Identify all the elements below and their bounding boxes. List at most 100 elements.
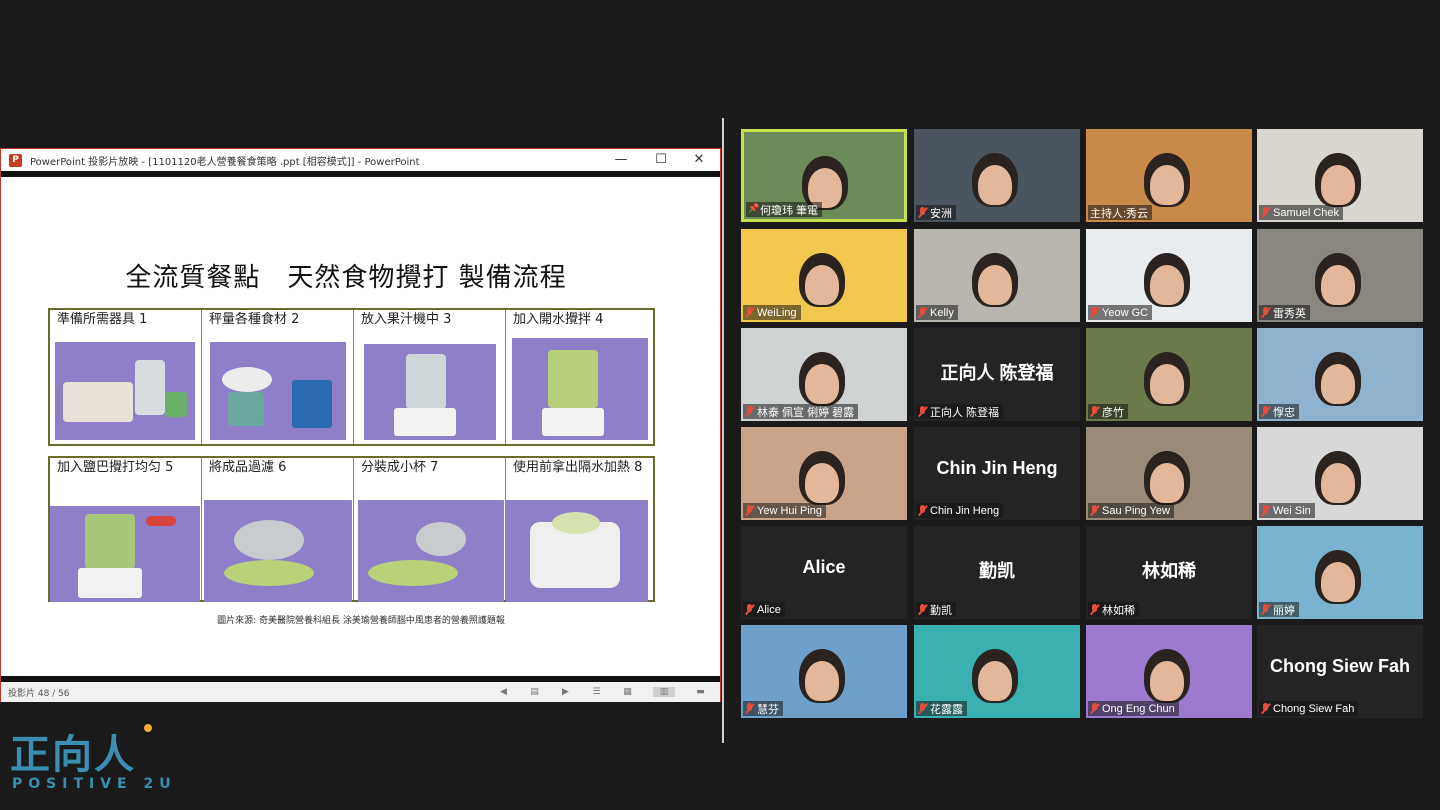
participant-tile[interactable]: 勤凯 勤凯 (914, 526, 1080, 619)
mic-muted-icon (1090, 604, 1099, 615)
participant-name: 花露露 (930, 703, 963, 716)
participant-display-name: 勤凯 (979, 561, 1015, 581)
participant-name: 林如稀 (1102, 604, 1135, 617)
participant-tile[interactable]: Ong Eng Chun (1086, 625, 1252, 718)
window-title: PowerPoint 投影片放映 - [1101120老人營養餐食策略 .ppt… (30, 156, 420, 168)
participant-display-name: 正向人 陈登福 (940, 363, 1054, 383)
previous-slide-icon[interactable]: ◀ (498, 687, 509, 697)
participant-name-bar: WeiLing (743, 305, 801, 320)
steps-top-grid: 準備所需器具 1 秤量各種食材 2 放入果汁機中 3 加入開水攪拌 4 (48, 308, 655, 446)
participant-tile[interactable]: Sau Ping Yew (1086, 427, 1252, 520)
participant-name-bar: Wei Sin (1259, 503, 1315, 518)
powerpoint-window[interactable]: P PowerPoint 投影片放映 - [1101120老人營養餐食策略 .p… (0, 148, 721, 702)
participant-tile[interactable]: 花露露 (914, 625, 1080, 718)
participant-name: 安洲 (930, 207, 952, 220)
participant-name: 惸忠 (1273, 406, 1295, 419)
participant-face (805, 463, 839, 503)
ppt-statusbar: 投影片 48 / 56 ◀ ▤ ▶ ☰ ▦ ▥ ▬ (1, 682, 720, 702)
participant-tile[interactable]: 主持人:秀云 (1086, 129, 1252, 222)
participant-face (978, 165, 1012, 205)
step-label: 使用前拿出隔水加熱 8 (513, 460, 643, 475)
mic-muted-icon (918, 505, 927, 516)
mic-muted-icon (1261, 307, 1270, 318)
slideshow-icon[interactable]: ▬ (695, 687, 706, 697)
participant-name-bar: 勤凯 (916, 602, 956, 617)
participant-tile[interactable]: 林泰 佩宣 俐婷 碧露 (741, 328, 907, 421)
participant-tile[interactable]: 📌 何瓊玮 筆電 (741, 129, 907, 222)
step-label: 加入鹽巴攪打均匀 5 (57, 460, 174, 475)
participant-tile[interactable]: 安洲 (914, 129, 1080, 222)
mic-muted-icon (745, 505, 754, 516)
participant-tile[interactable]: Yeow GC (1086, 229, 1252, 322)
mic-muted-icon (1261, 703, 1270, 714)
powerpoint-titlebar[interactable]: P PowerPoint 投影片放映 - [1101120老人營養餐食策略 .p… (1, 149, 720, 171)
step-photo (364, 344, 496, 440)
participant-name: 勤凯 (930, 604, 952, 617)
participant-tile[interactable]: 正向人 陈登福 正向人 陈登福 (914, 328, 1080, 421)
step-label: 準備所需器具 1 (57, 312, 148, 327)
participant-name: Chong Siew Fah (1273, 702, 1355, 715)
mic-muted-icon (1261, 406, 1270, 417)
minimize-button[interactable]: — (602, 149, 640, 171)
participant-tile[interactable]: 慧芬 (741, 625, 907, 718)
participant-tile[interactable]: Kelly (914, 229, 1080, 322)
participant-name-bar: Samuel Chek (1259, 205, 1344, 220)
participant-display-name: 林如稀 (1142, 561, 1196, 581)
reading-view-icon[interactable]: ▥ (653, 687, 675, 697)
participant-display-name: Chong Siew Fah (1269, 656, 1410, 676)
participant-face (1150, 165, 1184, 205)
participant-tile[interactable]: Wei Sin (1257, 427, 1423, 520)
maximize-button[interactable]: ☐ (642, 149, 680, 171)
participant-name: 丽婷 (1273, 604, 1295, 617)
panel-divider[interactable] (722, 118, 724, 743)
mic-muted-icon (918, 307, 927, 318)
mic-muted-icon (918, 406, 927, 417)
participant-tile[interactable]: Chong Siew Fah Chong Siew Fah (1257, 625, 1423, 718)
step-cell: 將成品過濾 6 (202, 458, 354, 602)
participant-name: Yeow GC (1102, 306, 1149, 319)
next-slide-icon[interactable]: ▶ (560, 687, 571, 697)
mic-muted-icon (1090, 406, 1099, 417)
status-icon-group: ◀ ▤ ▶ ☰ ▦ ▥ ▬ (498, 682, 706, 702)
participant-tile[interactable]: 丽婷 (1257, 526, 1423, 619)
participant-face (1321, 165, 1355, 205)
participant-tile[interactable]: Alice Alice (741, 526, 907, 619)
step-photo (50, 506, 200, 602)
step-photo (204, 500, 352, 602)
participant-face (1150, 661, 1184, 701)
participant-tile[interactable]: 彦竹 (1086, 328, 1252, 421)
participant-face (1150, 265, 1184, 305)
normal-view-icon[interactable]: ☰ (591, 687, 602, 697)
mic-muted-icon (918, 703, 927, 714)
close-button[interactable]: ✕ (680, 149, 718, 171)
participant-name: Chin Jin Heng (930, 504, 1000, 517)
participant-tile[interactable]: WeiLing (741, 229, 907, 322)
participant-name-bar: Ong Eng Chun (1088, 701, 1179, 716)
participant-face (805, 661, 839, 701)
participant-name: Yew Hui Ping (757, 504, 823, 517)
slide-sorter-icon[interactable]: ▦ (622, 687, 633, 697)
step-label: 秤量各種食材 2 (209, 312, 300, 327)
mic-muted-icon (745, 604, 754, 615)
slide-caption: 圖片來源: 奇美醫院營養科組長 涂美瑜營養師腦中風患者的營養照護題報 (217, 616, 505, 626)
step-label: 加入開水攪拌 4 (513, 312, 604, 327)
participant-tile[interactable]: 雷秀英 (1257, 229, 1423, 322)
participant-name: 雷秀英 (1273, 307, 1306, 320)
participant-name: 何瓊玮 筆電 (760, 204, 819, 217)
step-photo (210, 342, 346, 440)
participant-tile[interactable]: 林如稀 林如稀 (1086, 526, 1252, 619)
participant-name-bar: 丽婷 (1259, 602, 1299, 617)
participant-name-bar: 花露露 (916, 701, 967, 716)
step-cell: 加入開水攪拌 4 (506, 310, 657, 444)
participant-tile[interactable]: Chin Jin Heng Chin Jin Heng (914, 427, 1080, 520)
participant-tile[interactable]: Yew Hui Ping (741, 427, 907, 520)
slide-title: 全流質餐點 天然食物攪打 製備流程 (125, 263, 567, 293)
participant-tile[interactable]: Samuel Chek (1257, 129, 1423, 222)
slide-menu-icon[interactable]: ▤ (529, 687, 540, 697)
participant-name: 慧芬 (757, 703, 779, 716)
mic-muted-icon (1261, 604, 1270, 615)
participant-name: 彦竹 (1102, 406, 1124, 419)
slide[interactable]: 全流質餐點 天然食物攪打 製備流程 準備所需器具 1 秤量各種食材 2 放入果汁… (1, 177, 720, 677)
step-label: 將成品過濾 6 (209, 460, 287, 475)
participant-tile[interactable]: 惸忠 (1257, 328, 1423, 421)
